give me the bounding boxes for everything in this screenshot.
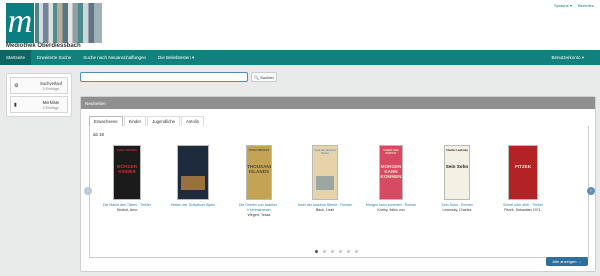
logo-text: Mediothek Oberdiessbach [6, 43, 81, 49]
carousel-page-dot[interactable] [323, 250, 326, 253]
carousel-page-dot[interactable] [347, 250, 350, 253]
book-card[interactable]: TESSA WEGERT THOUSAND ISLANDS Die Gestirn … [229, 145, 289, 218]
carousel-page-dot[interactable] [315, 250, 318, 253]
book-card[interactable]: FITZEK Schrei oder stirb : Thriller Fitzek… [493, 145, 553, 213]
tab-children[interactable]: Kinder [123, 116, 147, 126]
main-nav: Startseite Erweiterte Suche Suche nach N… [0, 50, 600, 65]
sidebar-item-count: 0 Einträge [42, 87, 60, 91]
book-card[interactable]: Hütten der Schweizer Alpen [163, 145, 223, 208]
book-author: Lewinsky, Charles [442, 208, 472, 212]
nav-user-account[interactable]: Benutzerkonto ▾ [545, 50, 590, 65]
book-cover-image[interactable]: Charles Lewinsky Sein Sohn [444, 145, 470, 200]
sidebar-item-title: Suchverlauf [39, 81, 63, 86]
carousel-page-dot[interactable] [339, 250, 342, 253]
tab-youth[interactable]: Jugendliche [147, 116, 181, 126]
book-cover-image[interactable]: Insel der tausend Sterne [312, 145, 338, 200]
sidebar: ⚙ Suchverlauf 0 Einträge ▮ Merkliste 0 E… [6, 73, 72, 117]
book-cover-image[interactable]: FITZEK [508, 145, 538, 200]
language-link[interactable]: Sprache ▾ [554, 3, 572, 8]
book-author: Strobel, Arno [116, 208, 138, 212]
sidebar-item-title: Merkliste [42, 100, 60, 105]
carousel-pagination [315, 250, 358, 253]
book-carousel: ARNO STROBEL MÖRDER KINDER Die Macht des T… [97, 145, 577, 235]
tab-adults[interactable]: Erwachsene [89, 116, 123, 126]
carousel-page-dot[interactable] [355, 250, 358, 253]
show-all-button[interactable]: Alle anzeigen → [546, 257, 588, 266]
gear-icon: ⚙ [14, 83, 19, 89]
carousel-page-dot[interactable] [331, 250, 334, 253]
panel-title: Neuheiten [81, 97, 595, 109]
sidebar-item-history[interactable]: ⚙ Suchverlauf 0 Einträge [10, 77, 68, 94]
book-title-link[interactable]: Hütten der Schweizer Alpen [163, 203, 223, 208]
library-logo[interactable]: m [6, 3, 102, 43]
logo-m-mark: m [6, 3, 34, 43]
logout-link[interactable]: Beenden [578, 3, 594, 8]
category-tabs: Erwachsene Kinder Jugendliche Antolin [89, 116, 205, 126]
book-card[interactable]: Insel der tausend Sterne Insel der tausen… [295, 145, 355, 213]
sidebar-item-watchlist[interactable]: ▮ Merkliste 0 Einträge [10, 96, 68, 113]
search-input[interactable] [80, 72, 248, 82]
top-links: Sprache ▾ Beenden [554, 3, 594, 8]
book-cover-image[interactable]: ILDIKÓ VON KÜRTHY MORGEN KANN KOMMEN [379, 145, 403, 200]
nav-advanced-search[interactable]: Erweiterte Suche [31, 50, 77, 65]
book-author: Kürthy, Ildikó von [377, 208, 405, 212]
header: m Mediothek Oberdiessbach Sprache ▾ Been… [0, 0, 600, 50]
tab-antolin[interactable]: Antolin [181, 116, 205, 126]
bookmark-icon: ▮ [14, 102, 17, 108]
search-icon: 🔍 [254, 74, 260, 80]
book-cover-image[interactable]: ARNO STROBEL MÖRDER KINDER [113, 145, 141, 200]
sidebar-item-count: 0 Einträge [42, 106, 60, 110]
book-author: Wegert, Tessa [247, 213, 271, 217]
book-cover-image[interactable]: TESSA WEGERT THOUSAND ISLANDS [246, 145, 272, 200]
nav-new-acquisitions[interactable]: Suche nach Neuanschaffungen [77, 50, 152, 65]
age-label: ab 18 [93, 132, 104, 137]
nav-most-popular[interactable]: Die Beliebtesten ▾ [152, 50, 200, 65]
carousel-next-button[interactable]: › [587, 187, 595, 195]
book-card[interactable]: Charles Lewinsky Sein Sohn Sein Sohn : Rom… [427, 145, 487, 213]
search-button-label: Suchen [260, 74, 274, 80]
book-card[interactable]: ARNO STROBEL MÖRDER KINDER Die Macht des T… [97, 145, 157, 213]
book-title-link[interactable]: Die Gestirn von Iwanton : Kriminalroman [229, 203, 289, 213]
nav-home[interactable]: Startseite [0, 50, 32, 65]
book-author: Bach, Leah [315, 208, 335, 212]
carousel-prev-button[interactable]: ‹ [84, 187, 92, 195]
search-button[interactable]: 🔍 Suchen [251, 72, 277, 82]
new-items-panel: Neuheiten Erwachsene Kinder Jugendliche … [80, 96, 596, 272]
book-author: Fitzek, Sebastian 1971- [504, 208, 542, 212]
logo-bookshelf-image [35, 3, 102, 43]
book-cover-image[interactable] [177, 145, 209, 200]
book-card[interactable]: ILDIKÓ VON KÜRTHY MORGEN KANN KOMMEN Morge… [361, 145, 421, 213]
